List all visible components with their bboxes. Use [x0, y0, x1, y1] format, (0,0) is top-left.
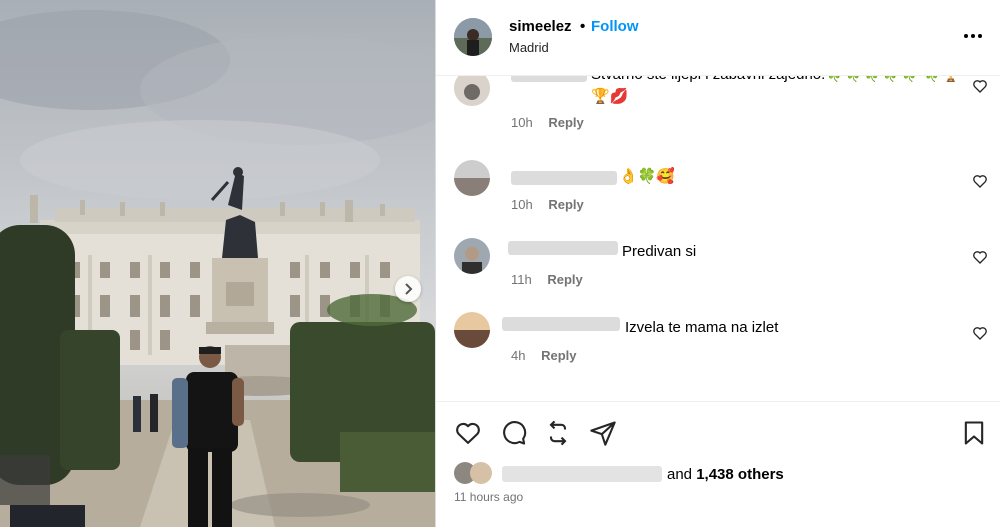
reply-button[interactable]: Reply [548, 197, 583, 212]
author-avatar[interactable] [454, 18, 492, 56]
commenter-avatar-image [454, 160, 490, 196]
next-photo-button[interactable] [395, 276, 421, 302]
commenter-avatar-image [454, 312, 490, 348]
reply-button[interactable]: Reply [541, 348, 576, 363]
comment-time: 4h [511, 348, 526, 363]
blurred-username [508, 241, 618, 255]
post-photo [0, 0, 435, 527]
comment-item: Izvela te mama na izlet 4h Reply [436, 312, 1000, 388]
comment-meta: 4h Reply [511, 348, 577, 363]
comments-list[interactable]: Stvarno ste lijepi i zabavni zajedno.🍀🍀🍀… [436, 76, 1000, 401]
like-comment-heart-icon[interactable] [972, 249, 988, 265]
comment-text: 👌🍀🥰 [619, 168, 676, 185]
blurred-username [502, 317, 620, 331]
author-avatar-image [454, 18, 492, 56]
likes-others-count[interactable]: 1,438 others [696, 466, 784, 483]
header-separator: • [580, 18, 586, 35]
comment-bubble-icon[interactable] [499, 419, 527, 447]
post-header: simeelez • Follow Madrid [436, 0, 1000, 76]
likes-and-label: and [667, 466, 693, 483]
comment-time: 11h [511, 272, 532, 287]
post-side-panel: simeelez • Follow Madrid Stvarno ste lij… [435, 0, 1000, 527]
commenter-avatar[interactable] [454, 76, 490, 106]
like-comment-heart-icon[interactable] [972, 78, 988, 94]
chevron-right-icon [405, 283, 413, 295]
like-comment-heart-icon[interactable] [972, 325, 988, 341]
commenter-avatar[interactable] [454, 312, 490, 348]
like-comment-heart-icon[interactable] [972, 173, 988, 189]
commenter-avatar[interactable] [454, 160, 490, 196]
instagram-post-dialog: simeelez • Follow Madrid Stvarno ste lij… [0, 0, 1000, 527]
blurred-username [511, 171, 617, 185]
comment-meta: 10h Reply [511, 197, 584, 212]
save-bookmark-icon[interactable] [960, 419, 988, 447]
blurred-liker-names [502, 466, 662, 482]
comment-text: Izvela te mama na izlet [625, 319, 779, 336]
comment-text: Stvarno ste lijepi i zabavni zajedno.🍀🍀🍀… [591, 76, 960, 105]
commenter-avatar-image [454, 238, 490, 274]
comment-time: 10h [511, 115, 533, 130]
more-options-icon[interactable] [958, 26, 988, 46]
comment-meta: 10h Reply [511, 115, 584, 130]
reply-button[interactable]: Reply [548, 115, 583, 130]
comment-item: Predivan si 11h Reply [436, 236, 1000, 312]
comment-time: 10h [511, 197, 533, 212]
follow-button[interactable]: Follow [591, 18, 639, 35]
commenter-avatar-image [454, 76, 490, 106]
comment-item: Stvarno ste lijepi i zabavni zajedno.🍀🍀🍀… [436, 76, 1000, 150]
blurred-username [511, 76, 587, 82]
likes-count[interactable]: and 1,438 others [667, 466, 784, 483]
like-heart-icon[interactable] [454, 419, 482, 447]
comment-meta: 11h Reply [511, 272, 583, 287]
reply-button[interactable]: Reply [547, 272, 582, 287]
commenter-avatar[interactable] [454, 238, 490, 274]
comment-text: Predivan si [622, 243, 697, 260]
post-location[interactable]: Madrid [509, 40, 549, 55]
author-username[interactable]: simeelez [509, 18, 572, 35]
liker-avatar [470, 462, 492, 484]
repost-icon[interactable] [544, 419, 572, 447]
share-send-icon[interactable] [589, 419, 617, 447]
comment-item: 👌🍀🥰 10h Reply [436, 160, 1000, 236]
post-timestamp[interactable]: 11 hours ago [454, 490, 523, 504]
palace-scene-image [0, 10, 435, 527]
